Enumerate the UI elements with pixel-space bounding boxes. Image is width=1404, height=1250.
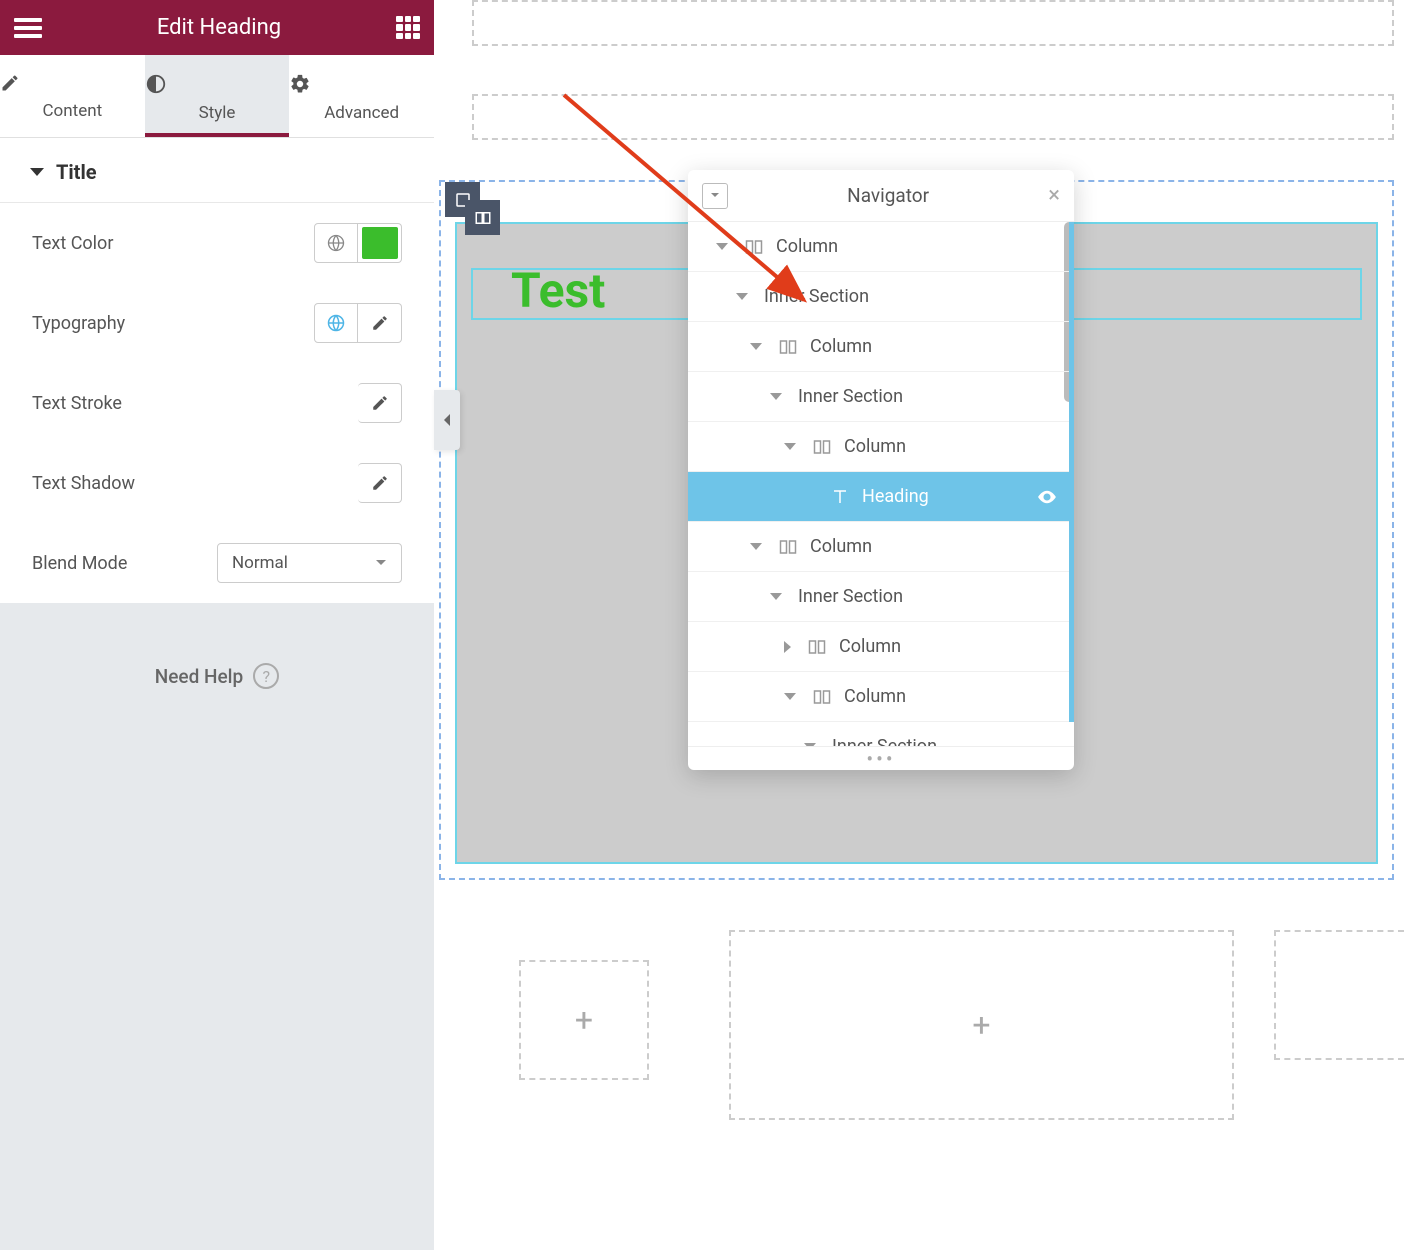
navigator-item-label: Column: [810, 536, 872, 557]
tab-style[interactable]: Style: [145, 55, 290, 137]
navigator-item-label: Column: [844, 436, 906, 457]
caret-down-icon: [736, 293, 748, 300]
navigator-item-column[interactable]: Column: [688, 322, 1074, 372]
blend-mode-value: Normal: [232, 553, 288, 573]
tab-style-label: Style: [145, 103, 290, 123]
navigator-item-label: Inner Section: [764, 286, 869, 307]
style-settings: Title Text Color Typography: [0, 138, 434, 603]
text-stroke-label: Text Stroke: [32, 393, 122, 414]
global-typography-button[interactable]: [314, 303, 358, 343]
tab-advanced[interactable]: Advanced: [289, 55, 434, 137]
tab-content[interactable]: Content: [0, 55, 145, 137]
pencil-icon: [0, 73, 145, 93]
chevron-down-icon: [375, 559, 387, 567]
tab-content-label: Content: [0, 101, 145, 121]
blend-mode-control: Blend Mode Normal: [0, 523, 434, 603]
close-icon[interactable]: ×: [1048, 183, 1060, 208]
add-widget-button[interactable]: [1274, 930, 1404, 1060]
navigator-item-inner-section[interactable]: Inner Section: [688, 722, 1074, 746]
add-widget-button[interactable]: +: [729, 930, 1234, 1120]
caret-down-icon: [804, 743, 816, 746]
apps-icon[interactable]: [396, 16, 420, 40]
navigator-item-column[interactable]: Column: [688, 222, 1074, 272]
navigator-item-label: Column: [839, 636, 901, 657]
column-icon: [778, 339, 798, 355]
navigator-item-column[interactable]: Column: [688, 622, 1074, 672]
navigator-item-inner-section[interactable]: Inner Section: [688, 272, 1074, 322]
editor-sidebar: Edit Heading Content Style Advanced Titl…: [0, 0, 434, 1250]
sidebar-header: Edit Heading: [0, 0, 434, 55]
navigator-item-column[interactable]: Column: [688, 522, 1074, 572]
navigator-item-label: Column: [844, 686, 906, 707]
collapse-panel-button[interactable]: [434, 390, 460, 450]
typography-control: Typography: [0, 283, 434, 363]
tab-advanced-label: Advanced: [289, 103, 434, 123]
heading-icon: [830, 488, 850, 506]
caret-right-icon: [784, 641, 791, 653]
navigator-item-column[interactable]: Column: [688, 422, 1074, 472]
caret-down-icon: [784, 693, 796, 700]
column-icon: [812, 439, 832, 455]
text-shadow-control: Text Shadow: [0, 443, 434, 523]
caret-down-icon: [784, 443, 796, 450]
edit-text-stroke-button[interactable]: [358, 383, 402, 423]
collapse-all-button[interactable]: [702, 183, 728, 209]
navigator-resize-handle[interactable]: •••: [688, 746, 1074, 770]
navigator-item-heading[interactable]: Heading: [688, 472, 1074, 522]
navigator-title: Navigator: [728, 184, 1048, 207]
gear-icon: [289, 73, 434, 95]
color-swatch: [362, 227, 398, 259]
navigator-item-label: Column: [810, 336, 872, 357]
column-icon: [778, 539, 798, 555]
caret-down-icon: [30, 168, 44, 176]
column-icon: [807, 639, 827, 655]
navigator-item-label: Heading: [862, 486, 929, 507]
blend-mode-select[interactable]: Normal: [217, 543, 402, 583]
navigator-item-label: Inner Section: [832, 736, 937, 746]
help-text: Need Help: [155, 665, 243, 688]
add-widget-button[interactable]: +: [519, 960, 649, 1080]
text-color-control: Text Color: [0, 203, 434, 283]
edit-text-shadow-button[interactable]: [358, 463, 402, 503]
edit-typography-button[interactable]: [358, 303, 402, 343]
section-title[interactable]: Title: [0, 138, 434, 203]
navigator-item-column[interactable]: Column: [688, 672, 1074, 722]
help-link[interactable]: Need Help ?: [0, 603, 434, 749]
text-stroke-control: Text Stroke: [0, 363, 434, 443]
text-color-label: Text Color: [32, 233, 113, 254]
heading-text[interactable]: Test: [511, 262, 605, 319]
caret-down-icon: [770, 593, 782, 600]
typography-label: Typography: [32, 313, 125, 334]
help-icon: ?: [253, 663, 279, 689]
color-picker-button[interactable]: [358, 223, 402, 263]
column-icon: [812, 689, 832, 705]
caret-down-icon: [770, 393, 782, 400]
column-handle[interactable]: [465, 200, 500, 235]
caret-down-icon: [750, 543, 762, 550]
navigator-tree[interactable]: Column Inner Section Column Inner Section Co…: [688, 222, 1074, 746]
column-icon: [744, 239, 764, 255]
text-shadow-label: Text Shadow: [32, 473, 135, 494]
panel-title: Edit Heading: [42, 15, 396, 40]
empty-section-placeholder[interactable]: [472, 94, 1394, 140]
navigator-header: Navigator ×: [688, 170, 1074, 222]
caret-down-icon: [750, 343, 762, 350]
caret-down-icon: [716, 243, 728, 250]
empty-section-placeholder[interactable]: [472, 0, 1394, 46]
section-title-label: Title: [56, 160, 97, 184]
navigator-item-label: Inner Section: [798, 386, 903, 407]
navigator-item-inner-section[interactable]: Inner Section: [688, 372, 1074, 422]
blend-mode-label: Blend Mode: [32, 553, 127, 574]
navigator-item-label: Column: [776, 236, 838, 257]
global-color-button[interactable]: [314, 223, 358, 263]
tree-accent-bar: [1069, 522, 1074, 722]
settings-tabs: Content Style Advanced: [0, 55, 434, 138]
navigator-panel: Navigator × Column Inner Section Column Inn…: [688, 170, 1074, 770]
menu-icon[interactable]: [14, 18, 42, 38]
tree-accent-bar: [1069, 222, 1074, 522]
visibility-icon[interactable]: [1036, 489, 1058, 505]
navigator-item-inner-section[interactable]: Inner Section: [688, 572, 1074, 622]
contrast-icon: [145, 73, 290, 95]
navigator-item-label: Inner Section: [798, 586, 903, 607]
